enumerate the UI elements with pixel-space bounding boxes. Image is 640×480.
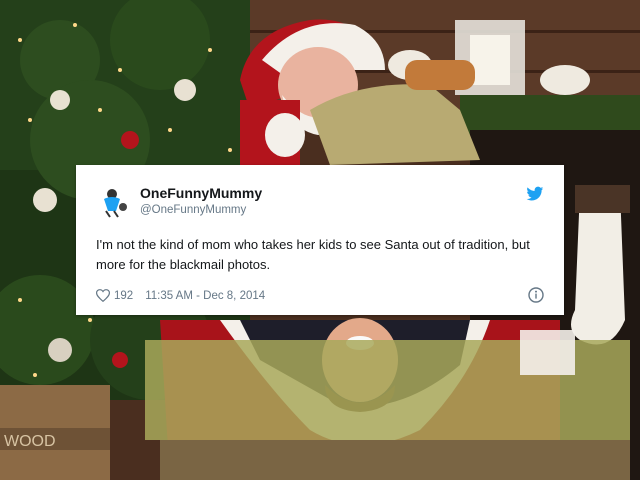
heart-icon[interactable] [96, 289, 110, 302]
like-count: 192 [114, 289, 134, 302]
tweet-card: OneFunnyMummy @OneFunnyMummy I'm not the… [76, 165, 564, 315]
tweet-meta: 192 11:35 AM - Dec 8, 2014 [96, 289, 265, 302]
tweet-timestamp[interactable]: 11:35 AM - Dec 8, 2014 [145, 290, 265, 302]
user-handle[interactable]: @OneFunnyMummy [140, 204, 246, 216]
twitter-bird-icon[interactable] [526, 186, 544, 202]
background-sign: WOOD [4, 433, 56, 450]
tweet-text: I'm not the kind of mom who takes her ki… [96, 237, 530, 272]
avatar-icon[interactable] [98, 185, 132, 219]
display-name[interactable]: OneFunnyMummy [140, 185, 262, 201]
info-icon[interactable] [528, 287, 544, 303]
